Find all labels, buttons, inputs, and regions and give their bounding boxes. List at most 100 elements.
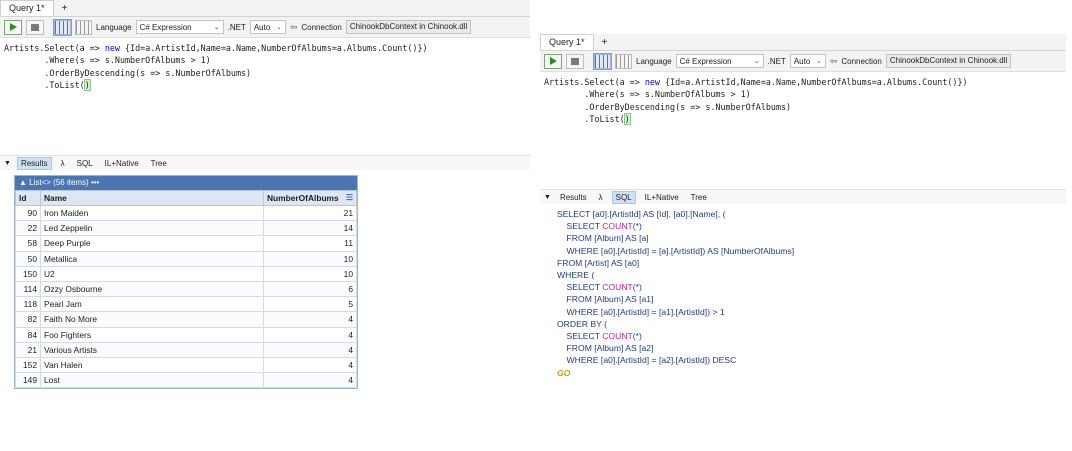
- code-editor[interactable]: Artists.Select(a => new {Id=a.ArtistId,N…: [540, 72, 1066, 189]
- language-select[interactable]: C# Expression ⌄: [675, 54, 764, 68]
- results-grid-icon[interactable]: [593, 52, 612, 70]
- chevron-down-icon: ⌄: [815, 58, 822, 65]
- new-tab-button[interactable]: +: [594, 36, 616, 50]
- query-toolbar: Language C# Expression ⌄ .NET Auto ⌄ ⇦ Con…: [540, 51, 1066, 72]
- language-label: Language: [96, 22, 132, 32]
- cell-numberofalbums: 21: [263, 204, 357, 222]
- tab-results[interactable]: Results: [16, 156, 52, 170]
- table-row[interactable]: 58 Deep Purple 11: [15, 235, 357, 252]
- cell-name: Led Zeppelin: [40, 220, 264, 237]
- table-row[interactable]: 152 Van Halen 4: [15, 356, 357, 374]
- chevron-down-icon: ⌄: [213, 24, 220, 31]
- collapse-triangle-icon[interactable]: ▼: [4, 160, 11, 167]
- code-editor[interactable]: Artists.Select(a => new {Id=a.ArtistId,N…: [0, 38, 530, 160]
- results-grid-icon[interactable]: [53, 18, 72, 36]
- cell-name: Metallica: [40, 250, 264, 267]
- column-menu-icon[interactable]: ☰: [346, 193, 353, 202]
- tab-il-native[interactable]: IL+Native: [102, 158, 142, 169]
- cell-id: 149: [15, 372, 41, 389]
- cell-numberofalbums: 4: [263, 372, 357, 389]
- results-tabbar: ▼ Results λ SQL IL+Native Tree: [0, 155, 530, 170]
- table-row[interactable]: 150 U2 10: [15, 265, 357, 282]
- table-row[interactable]: 22 Led Zeppelin 14: [15, 220, 357, 237]
- cell-id: 82: [15, 311, 41, 328]
- collapse-icon[interactable]: ▲: [19, 178, 29, 187]
- cell-name: Various Artists: [40, 341, 264, 358]
- tab-lambda[interactable]: λ: [596, 192, 606, 203]
- tab-lambda[interactable]: λ: [58, 158, 68, 169]
- tab-results[interactable]: Results: [557, 192, 590, 203]
- cell-numberofalbums: 4: [263, 311, 357, 328]
- results-text-icon[interactable]: [75, 19, 92, 35]
- tab-il-native[interactable]: IL+Native: [642, 192, 682, 203]
- cell-numberofalbums: 4: [263, 341, 357, 358]
- cell-id: 118: [15, 296, 41, 313]
- net-select[interactable]: Auto ⌄: [789, 54, 826, 68]
- left-query-panel: Query 1* + Language C# Expression ⌄ .NET …: [0, 0, 530, 417]
- run-button[interactable]: [544, 53, 562, 69]
- tab-query-1[interactable]: Query 1*: [540, 34, 594, 50]
- stop-button[interactable]: [26, 19, 44, 35]
- connection-label: Connection: [301, 22, 342, 32]
- cell-id: 21: [15, 341, 41, 358]
- new-tab-button[interactable]: +: [54, 2, 76, 16]
- cell-numberofalbums: 4: [263, 326, 357, 343]
- query-toolbar: Language C# Expression ⌄ .NET Auto ⌄ ⇦ Con…: [0, 17, 530, 38]
- column-header-name[interactable]: Name: [40, 190, 264, 206]
- cell-name: Foo Fighters: [40, 326, 264, 343]
- table-row[interactable]: 50 Metallica 10: [15, 250, 357, 267]
- chevron-down-icon: ⌄: [753, 58, 760, 65]
- cell-numberofalbums: 6: [263, 280, 357, 298]
- collapse-triangle-icon[interactable]: ▼: [544, 194, 551, 201]
- cell-name: Iron Maiden: [40, 204, 264, 222]
- connection-select[interactable]: ChinookDbContext in Chinook.dll: [345, 20, 472, 34]
- table-row[interactable]: 149 Lost 4: [15, 372, 357, 389]
- list-header[interactable]: ▲ List<> (56 items) •••: [15, 176, 357, 190]
- table-row[interactable]: 21 Various Artists 4: [15, 341, 357, 358]
- tab-tree[interactable]: Tree: [688, 192, 710, 203]
- table-row[interactable]: 84 Foo Fighters 4: [15, 326, 357, 343]
- stop-button[interactable]: [566, 53, 584, 69]
- table-row[interactable]: 114 Ozzy Osbourne 6: [15, 280, 357, 298]
- cell-id: 58: [15, 235, 41, 252]
- net-select[interactable]: Auto ⌄: [249, 20, 286, 34]
- results-text-icon[interactable]: [615, 53, 632, 69]
- table-body: 90 Iron Maiden 21 22 Led Zeppelin 14 58 Deep Pu…: [15, 204, 357, 389]
- play-icon: [9, 23, 17, 31]
- cell-id: 90: [15, 204, 41, 222]
- cell-id: 50: [15, 250, 41, 267]
- cell-id: 152: [15, 356, 41, 374]
- tab-sql[interactable]: SQL: [611, 190, 636, 204]
- tab-query-1[interactable]: Query 1*: [0, 0, 54, 16]
- tab-strip: Query 1* +: [540, 34, 1066, 51]
- column-header-id[interactable]: Id: [15, 190, 41, 206]
- chevron-down-icon: ⌄: [275, 24, 282, 31]
- tab-sql[interactable]: SQL: [74, 158, 96, 169]
- play-icon: [549, 57, 557, 65]
- table-row[interactable]: 118 Pearl Jam 5: [15, 296, 357, 313]
- connection-select[interactable]: ChinookDbContext in Chinook.dll: [885, 54, 1012, 68]
- cell-name: Ozzy Osbourne: [40, 280, 264, 298]
- more-icon[interactable]: •••: [91, 178, 99, 187]
- cell-id: 114: [15, 280, 41, 298]
- cell-id: 84: [15, 326, 41, 343]
- cell-name: U2: [40, 265, 264, 282]
- tab-strip: Query 1* +: [0, 0, 530, 17]
- stop-icon: [31, 23, 39, 31]
- table-row[interactable]: 90 Iron Maiden 21: [15, 204, 357, 222]
- cell-numberofalbums: 10: [263, 265, 357, 282]
- cell-numberofalbums: 10: [263, 250, 357, 267]
- language-select[interactable]: C# Expression ⌄: [135, 20, 224, 34]
- language-label: Language: [636, 56, 672, 66]
- cell-name: Van Halen: [40, 356, 264, 374]
- table-row[interactable]: 82 Faith No More 4: [15, 311, 357, 328]
- run-button[interactable]: [4, 19, 22, 35]
- net-label: .NET: [227, 22, 246, 32]
- connection-icon: ⇦: [289, 21, 298, 32]
- cell-id: 150: [15, 265, 41, 282]
- results-tabbar: ▼ Results λ SQL IL+Native Tree: [540, 189, 1066, 204]
- right-query-panel: Query 1* + Language C# Expression ⌄ .NET …: [540, 34, 1066, 451]
- column-header-numberofalbums[interactable]: NumberOfAlbums ☰: [263, 190, 357, 206]
- tab-tree[interactable]: Tree: [148, 158, 170, 169]
- cell-name: Faith No More: [40, 311, 264, 328]
